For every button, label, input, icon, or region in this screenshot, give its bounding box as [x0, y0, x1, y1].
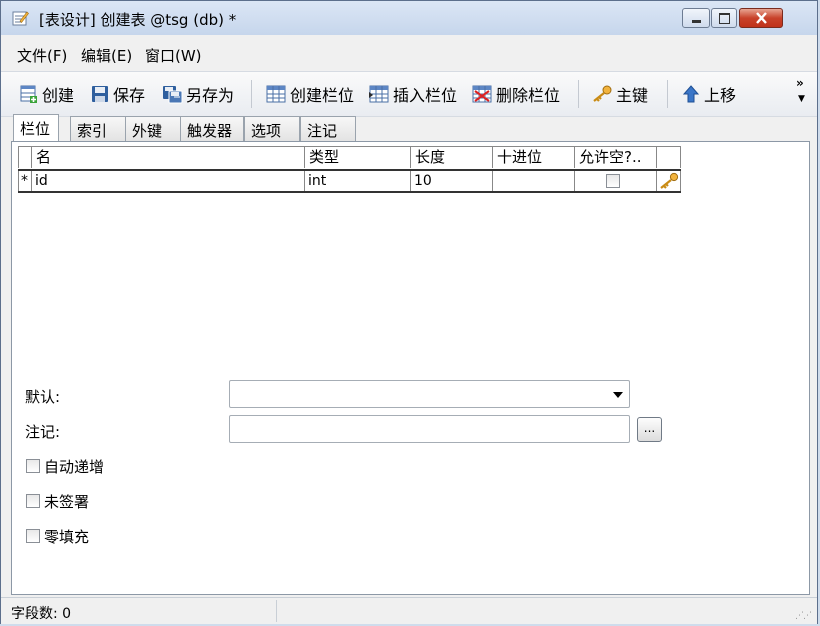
move-up-button[interactable]: 上移 [681, 82, 736, 106]
toolbar-dropdown-icon[interactable]: ▼ [798, 94, 805, 104]
create-field-button[interactable]: 创建栏位 [265, 82, 354, 106]
save-as-label: 另存为 [186, 86, 235, 105]
toolbar-separator [578, 80, 579, 108]
maximize-button[interactable] [711, 8, 737, 28]
default-label: 默认: [25, 388, 61, 406]
auto-increment-label: 自动递增 [44, 457, 105, 476]
row-marker: * [18, 171, 32, 191]
table-grid-icon [266, 85, 286, 103]
table-row[interactable]: * id int 10 [18, 169, 681, 193]
default-select[interactable] [229, 380, 630, 408]
unsigned-checkbox[interactable] [26, 494, 40, 508]
delete-field-button[interactable]: 删除栏位 [471, 82, 560, 106]
app-window: [表设计] 创建表 @tsg (db) * 文件(F) 编辑(E) 窗口(W) [0, 0, 818, 624]
insert-field-label: 插入栏位 [393, 86, 458, 105]
create-label: 创建 [42, 86, 75, 105]
resize-grip-icon[interactable]: ⋰⋰ [795, 611, 812, 621]
field-type-cell[interactable]: int [305, 171, 411, 191]
zerofill-label: 零填充 [44, 527, 90, 546]
zerofill-option[interactable]: 零填充 [26, 526, 89, 546]
tab-fields[interactable]: 栏位 [13, 114, 59, 141]
insert-field-button[interactable]: 插入栏位 [368, 82, 457, 106]
save-label: 保存 [113, 86, 146, 105]
auto-increment-option[interactable]: 自动递增 [26, 456, 104, 476]
field-name-cell[interactable]: id [32, 171, 305, 191]
save-as-button[interactable]: 另存为 [161, 82, 234, 106]
save-as-icon [163, 86, 183, 104]
unsigned-label: 未签署 [44, 492, 90, 511]
delete-column-icon [472, 85, 492, 103]
status-divider [276, 600, 277, 622]
column-header-length[interactable]: 长度 [411, 146, 493, 168]
comment-input[interactable] [229, 415, 630, 443]
toolbar: 创建 保存 另存为 创建栏位 插入栏位 删除栏位 主键 上移 » ▼ [1, 71, 817, 117]
tab-foreign-keys[interactable]: 外键 [125, 116, 181, 141]
menu-file[interactable]: 文件(F) [17, 45, 67, 66]
maximize-icon [719, 13, 730, 24]
move-up-label: 上移 [704, 86, 737, 105]
create-button[interactable]: 创建 [19, 82, 74, 106]
new-table-icon [20, 85, 37, 103]
field-length-cell[interactable]: 10 [411, 171, 493, 191]
field-nullable-cell[interactable] [575, 171, 657, 191]
column-header-decimal[interactable]: 十进位 [493, 146, 575, 168]
menu-edit[interactable]: 编辑(E) [81, 45, 132, 66]
zerofill-checkbox[interactable] [26, 529, 40, 543]
close-icon [756, 12, 767, 24]
primary-key-button[interactable]: 主键 [591, 82, 648, 106]
tab-triggers[interactable]: 触发器 [180, 116, 244, 141]
primary-key-label: 主键 [616, 86, 649, 105]
status-bar: 字段数: 0 ⋰⋰ [1, 597, 817, 624]
comment-label: 注记: [25, 423, 61, 441]
title-bar[interactable]: [表设计] 创建表 @tsg (db) * [1, 1, 817, 35]
toolbar-overflow-icon[interactable]: » [796, 76, 804, 90]
key-icon [593, 85, 612, 102]
toolbar-separator [251, 80, 252, 108]
unsigned-option[interactable]: 未签署 [26, 491, 89, 511]
table-design-icon [12, 11, 29, 26]
delete-field-label: 删除栏位 [496, 86, 561, 105]
window-title: [表设计] 创建表 @tsg (db) * [39, 11, 237, 29]
comment-ellipsis-button[interactable]: ... [637, 417, 662, 442]
close-button[interactable] [739, 8, 783, 28]
key-icon [660, 172, 679, 189]
toolbar-separator [667, 80, 668, 108]
primary-key-cell[interactable] [657, 171, 681, 191]
arrow-up-icon [682, 85, 700, 103]
dropdown-arrow-icon[interactable] [613, 392, 623, 398]
row-marker-header [18, 146, 32, 168]
tab-indexes[interactable]: 索引 [70, 116, 126, 141]
tab-options[interactable]: 选项 [244, 116, 300, 141]
save-button[interactable]: 保存 [90, 82, 145, 106]
column-header-key [657, 146, 681, 168]
create-field-label: 创建栏位 [290, 86, 355, 105]
auto-increment-checkbox[interactable] [26, 459, 40, 473]
minimize-icon [692, 20, 701, 23]
menu-bar: 文件(F) 编辑(E) 窗口(W) [1, 37, 817, 69]
minimize-button[interactable] [682, 8, 710, 28]
menu-window[interactable]: 窗口(W) [145, 45, 202, 66]
column-header-name[interactable]: 名 [32, 146, 305, 168]
nullable-checkbox[interactable] [606, 174, 620, 188]
field-decimal-cell[interactable] [493, 171, 575, 191]
insert-column-icon [369, 85, 389, 103]
column-header-nullable[interactable]: 允许空?.. [575, 146, 657, 168]
column-header-type[interactable]: 类型 [305, 146, 411, 168]
field-count: 字段数: 0 [11, 606, 72, 622]
fields-panel: 名 类型 长度 十进位 允许空?.. * id int 10 默认: 注记: .… [11, 141, 810, 595]
tab-comments[interactable]: 注记 [300, 116, 356, 141]
save-icon [92, 86, 108, 102]
